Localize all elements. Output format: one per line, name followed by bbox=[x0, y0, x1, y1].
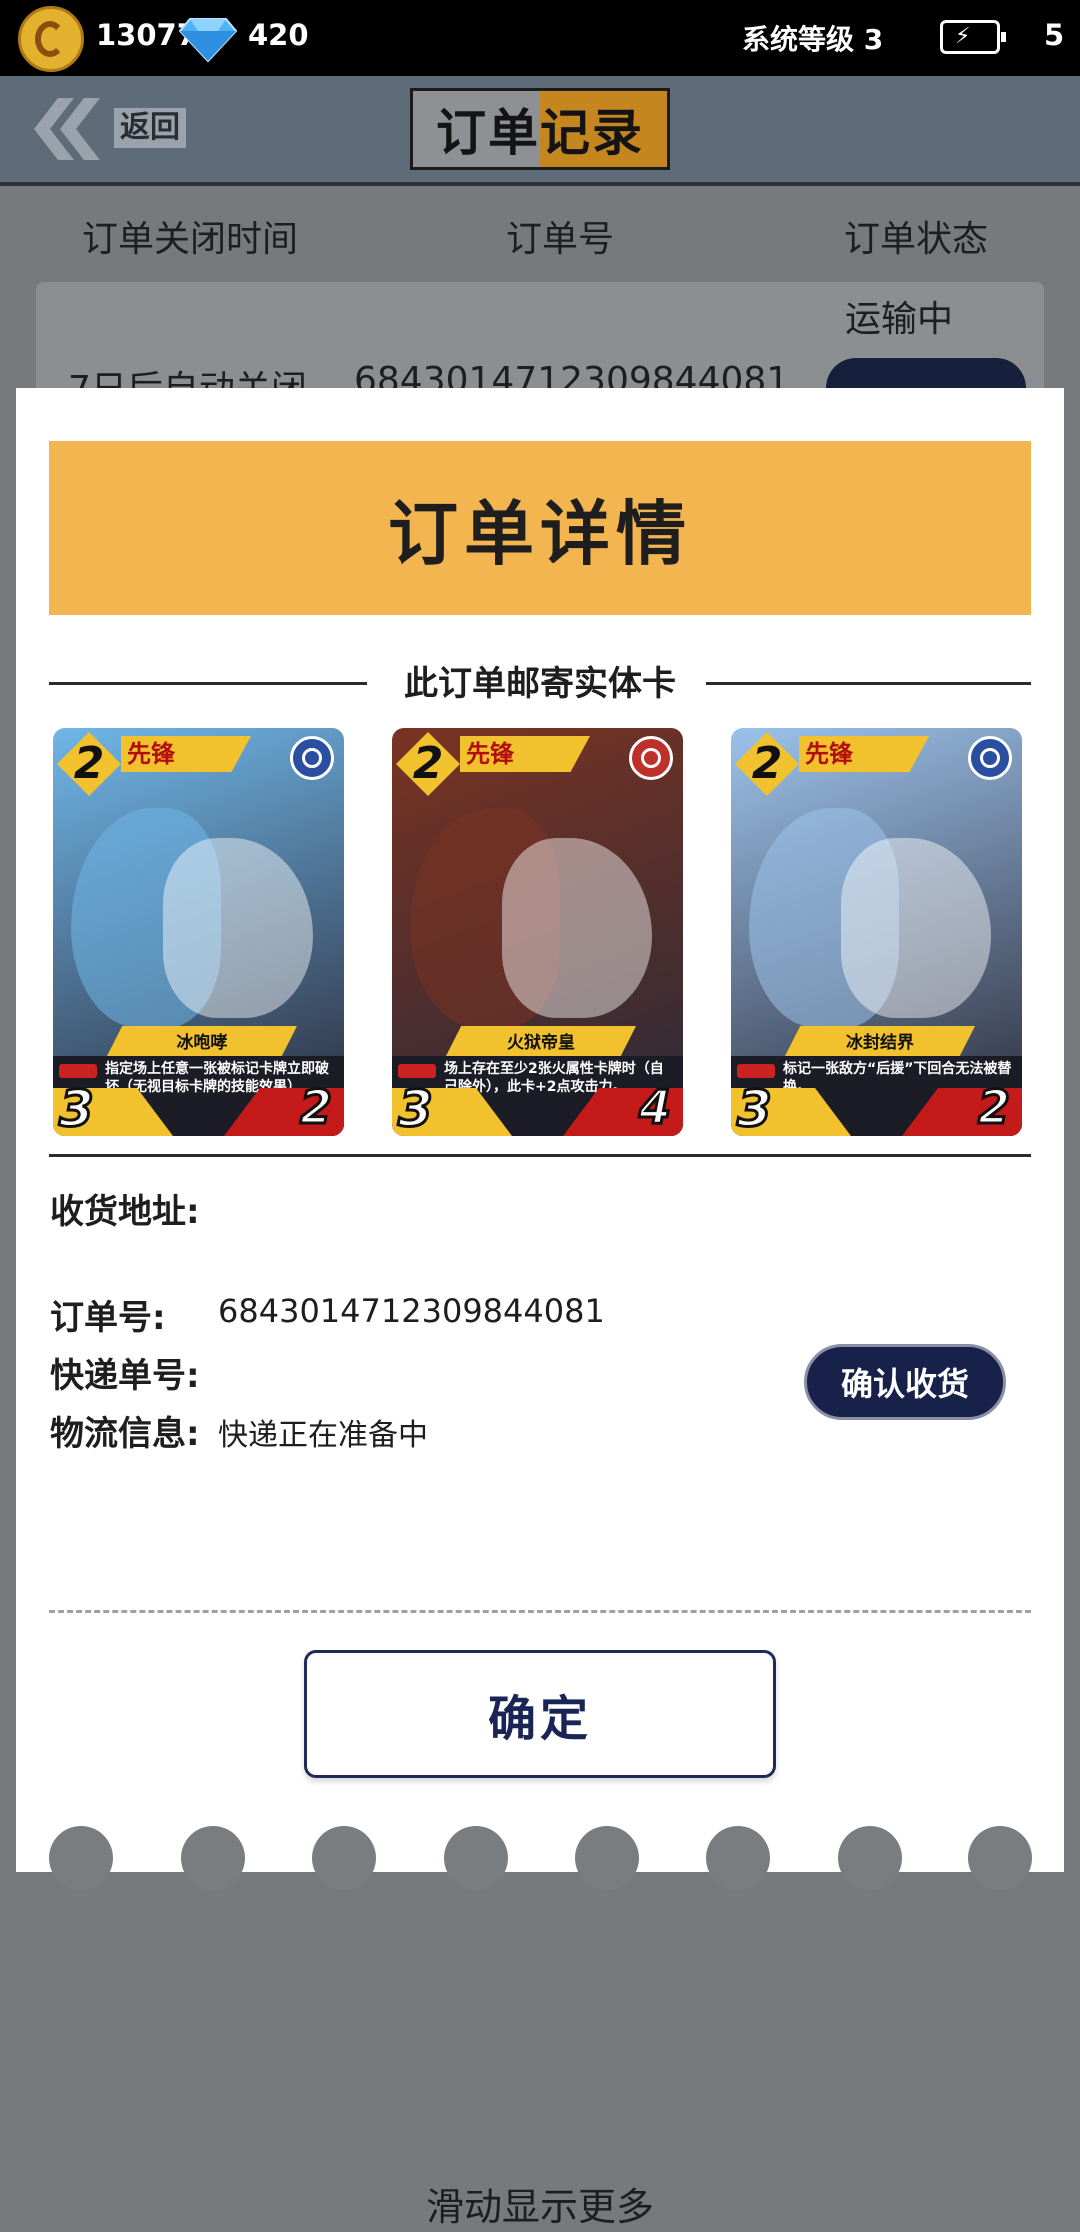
element-icon bbox=[629, 736, 673, 780]
card-health: 2 bbox=[976, 1079, 1011, 1136]
ticket-notch bbox=[181, 1826, 245, 1890]
logistics-label: 物流信息: bbox=[50, 1414, 200, 1454]
energy-icon: ⚡ bbox=[940, 20, 1006, 54]
column-header-order-no: 订单号 bbox=[506, 219, 615, 260]
card-tag-icon bbox=[737, 1064, 775, 1078]
diamond-icon bbox=[178, 18, 238, 63]
column-header-close-time: 订单关闭时间 bbox=[82, 219, 299, 260]
card-cost: 2 bbox=[73, 738, 105, 789]
card-name: 冰咆哮 bbox=[176, 1033, 228, 1053]
card-cost: 2 bbox=[751, 738, 783, 789]
ok-button[interactable]: 确定 bbox=[304, 1650, 776, 1778]
system-level: 系统等级 3 bbox=[742, 23, 884, 56]
card-attack: 3 bbox=[58, 1079, 96, 1137]
card-class: 先锋 bbox=[805, 740, 853, 768]
card-class: 先锋 bbox=[127, 740, 175, 768]
coin-icon bbox=[18, 6, 84, 72]
game-card[interactable]: 2 先锋 火狱帝皇 场上存在至少2张火属性卡牌时（自己除外），此卡+2点攻击力。 3 4 bbox=[392, 728, 683, 1136]
scroll-more-hint: 滑动显示更多 bbox=[425, 2185, 654, 2229]
order-row-status: 运输中 bbox=[845, 299, 954, 340]
ticket-notch bbox=[312, 1826, 376, 1890]
dashed-divider bbox=[49, 1610, 1031, 1613]
section-title: 此订单邮寄实体卡 bbox=[404, 664, 676, 704]
ticket-notch bbox=[49, 1826, 113, 1890]
confirm-receipt-button[interactable]: 确认收货 bbox=[804, 1344, 1006, 1420]
tracking-no-label: 快递单号: bbox=[50, 1356, 200, 1396]
modal-title-bar: 订单详情 bbox=[49, 441, 1031, 615]
divider bbox=[49, 1154, 1031, 1157]
game-card[interactable]: 2 先锋 冰咆哮 指定场上任意一张被标记卡牌立即破坏（无视目标卡牌的技能效果） 3 2 bbox=[53, 728, 344, 1136]
card-name: 冰封结界 bbox=[846, 1033, 914, 1053]
order-no-label: 订单号: bbox=[50, 1298, 166, 1338]
page-title: 订单记录 bbox=[436, 104, 644, 162]
element-icon bbox=[968, 736, 1012, 780]
ticket-notch bbox=[706, 1826, 770, 1890]
card-artwork bbox=[163, 838, 313, 1018]
card-attack: 3 bbox=[736, 1079, 774, 1137]
column-header-status: 订单状态 bbox=[844, 219, 989, 260]
card-cost-badge: 2 bbox=[57, 732, 121, 796]
modal-title: 订单详情 bbox=[388, 492, 692, 575]
card-health: 4 bbox=[637, 1079, 672, 1136]
address-label: 收货地址: bbox=[50, 1192, 200, 1232]
game-card[interactable]: 2 先锋 冰封结界 标记一张敌方“后援”下回合无法被替换。 3 2 bbox=[731, 728, 1022, 1136]
card-tag-icon bbox=[398, 1064, 436, 1078]
card-name: 火狱帝皇 bbox=[507, 1033, 575, 1053]
card-attack: 3 bbox=[397, 1079, 435, 1137]
card-health: 2 bbox=[298, 1079, 333, 1136]
ticket-notch bbox=[968, 1826, 1032, 1890]
back-label: 返回 bbox=[114, 108, 186, 148]
card-artwork bbox=[502, 838, 652, 1018]
order-no-value: 6843014712309844081 bbox=[218, 1292, 605, 1330]
card-class: 先锋 bbox=[466, 740, 514, 768]
card-cost-badge: 2 bbox=[396, 732, 460, 796]
card-artwork bbox=[841, 838, 991, 1018]
card-cost-badge: 2 bbox=[735, 732, 799, 796]
gem-count: 420 bbox=[248, 18, 309, 52]
ticket-notch bbox=[838, 1826, 902, 1890]
ticket-notch bbox=[444, 1826, 508, 1890]
element-icon bbox=[290, 736, 334, 780]
energy-count: 5 bbox=[1044, 18, 1065, 52]
ticket-notch bbox=[575, 1826, 639, 1890]
card-cost: 2 bbox=[412, 738, 444, 789]
logistics-value: 快递正在准备中 bbox=[218, 1418, 428, 1453]
page-title-box: 订单记录 bbox=[410, 88, 670, 170]
card-tag-icon bbox=[59, 1064, 97, 1078]
back-button[interactable]: 返回 bbox=[34, 98, 194, 160]
